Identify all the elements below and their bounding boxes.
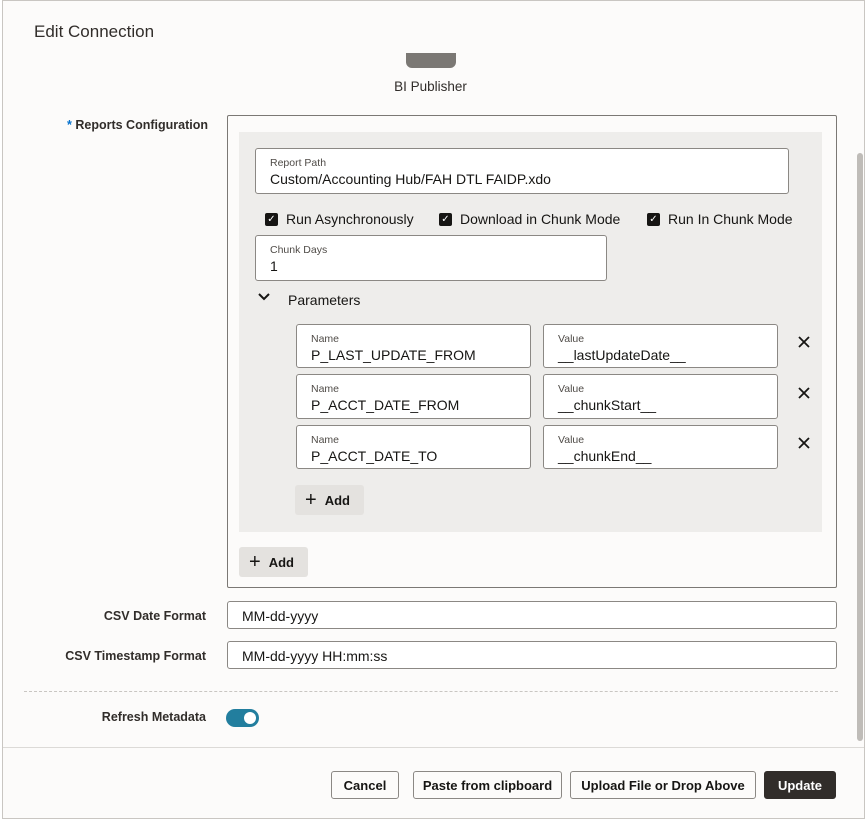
upload-file-button[interactable]: Upload File or Drop Above bbox=[570, 771, 756, 799]
run-asynchronously-checkbox[interactable]: ✓ Run Asynchronously bbox=[265, 211, 414, 227]
edit-connection-dialog: Edit Connection BI Publisher * Reports C… bbox=[2, 0, 865, 819]
vertical-scrollbar[interactable] bbox=[857, 153, 863, 741]
add-parameter-button[interactable]: + Add bbox=[295, 485, 364, 515]
checkbox-checked-icon: ✓ bbox=[647, 212, 660, 226]
remove-parameter-close-icon[interactable] bbox=[796, 436, 812, 452]
refresh-metadata-label: Refresh Metadata bbox=[101, 710, 206, 724]
param-name-field[interactable]: Name P_ACCT_DATE_FROM bbox=[296, 374, 531, 419]
add-report-button[interactable]: + Add bbox=[239, 547, 308, 577]
parameters-label: Parameters bbox=[288, 292, 361, 308]
param-name-field[interactable]: Name P_LAST_UPDATE_FROM bbox=[296, 324, 531, 368]
download-in-chunk-mode-checkbox[interactable]: ✓ Download in Chunk Mode bbox=[439, 211, 620, 227]
dialog-title: Edit Connection bbox=[34, 22, 155, 41]
csv-timestamp-format-input[interactable]: MM-dd-yyyy HH:mm:ss bbox=[227, 641, 837, 669]
paste-from-clipboard-button[interactable]: Paste from clipboard bbox=[413, 771, 562, 799]
remove-parameter-close-icon[interactable] bbox=[796, 335, 812, 351]
connector-label: BI Publisher bbox=[394, 79, 467, 94]
csv-date-format-input[interactable]: MM-dd-yyyy bbox=[227, 601, 837, 629]
refresh-metadata-toggle[interactable] bbox=[226, 709, 259, 727]
checkbox-checked-icon: ✓ bbox=[265, 212, 278, 226]
chevron-down-icon[interactable] bbox=[257, 290, 271, 307]
checkbox-checked-icon: ✓ bbox=[439, 212, 452, 226]
remove-parameter-close-icon[interactable] bbox=[796, 386, 812, 402]
csv-date-format-label: CSV Date Format bbox=[103, 609, 206, 623]
section-divider bbox=[24, 691, 838, 692]
footer-divider bbox=[3, 747, 864, 748]
param-value-field[interactable]: Value __chunkEnd__ bbox=[543, 425, 778, 469]
reports-configuration-label: * Reports Configuration bbox=[67, 118, 208, 132]
required-marker: * bbox=[67, 118, 72, 132]
chunk-days-field[interactable]: Chunk Days 1 bbox=[255, 235, 607, 281]
update-button[interactable]: Update bbox=[764, 771, 836, 799]
plus-icon: + bbox=[305, 489, 317, 511]
param-value-field[interactable]: Value __chunkStart__ bbox=[543, 374, 778, 419]
report-path-field[interactable]: Report Path Custom/Accounting Hub/FAH DT… bbox=[255, 148, 789, 194]
toggle-knob bbox=[244, 712, 256, 724]
plus-icon: + bbox=[249, 551, 261, 573]
report-item-panel: Report Path Custom/Accounting Hub/FAH DT… bbox=[239, 132, 822, 532]
param-name-field[interactable]: Name P_ACCT_DATE_TO bbox=[296, 425, 531, 469]
reports-configuration-box: Report Path Custom/Accounting Hub/FAH DT… bbox=[227, 115, 837, 588]
run-in-chunk-mode-checkbox[interactable]: ✓ Run In Chunk Mode bbox=[647, 211, 793, 227]
cancel-button[interactable]: Cancel bbox=[331, 771, 399, 799]
bi-publisher-logo-icon bbox=[406, 53, 456, 68]
csv-timestamp-format-label: CSV Timestamp Format bbox=[65, 649, 206, 663]
param-value-field[interactable]: Value __lastUpdateDate__ bbox=[543, 324, 778, 368]
